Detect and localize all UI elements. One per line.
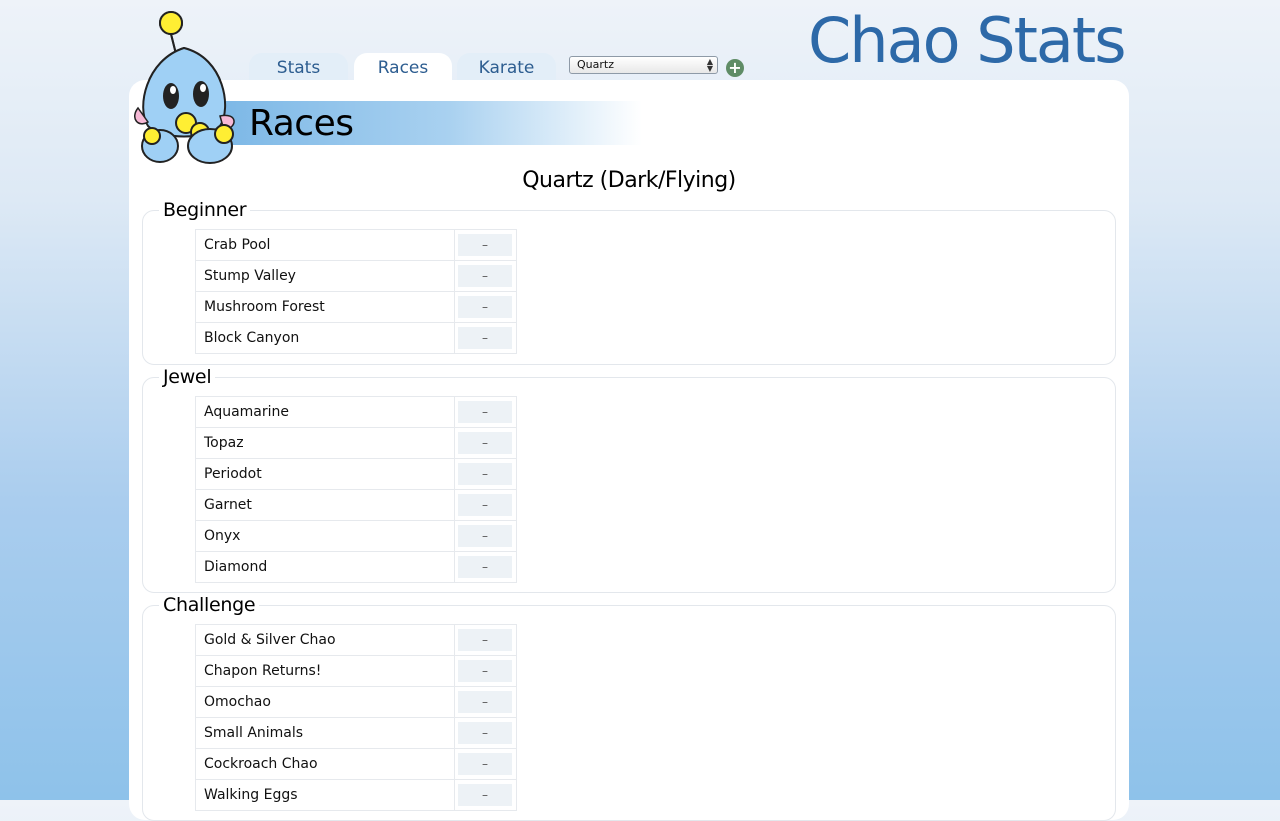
race-row: Topaz –: [196, 427, 516, 458]
race-row: Diamond –: [196, 551, 516, 582]
race-value: –: [458, 234, 512, 256]
select-arrows-icon: ▲ ▼: [706, 57, 713, 73]
race-row: Small Animals –: [196, 717, 516, 748]
chao-mascot-icon: [134, 11, 235, 164]
race-name: Omochao: [204, 694, 271, 710]
race-row: Block Canyon –: [196, 322, 516, 353]
race-value: –: [458, 753, 512, 775]
group-title: Challenge: [159, 594, 260, 616]
race-name: Small Animals: [204, 725, 304, 741]
race-name: Gold & Silver Chao: [204, 632, 336, 648]
race-value: –: [458, 327, 512, 349]
race-row: Onyx –: [196, 520, 516, 551]
page-title: Races: [249, 103, 354, 144]
chao-select[interactable]: Quartz ▲ ▼: [569, 56, 718, 74]
group-title: Beginner: [159, 199, 251, 221]
race-list: Gold & Silver Chao – Chapon Returns! – Omo…: [195, 624, 517, 811]
race-value: –: [458, 494, 512, 516]
race-name: Onyx: [204, 528, 241, 544]
race-row: Periodot –: [196, 458, 516, 489]
tab-karate[interactable]: Karate: [457, 53, 556, 81]
race-row: Crab Pool –: [196, 230, 516, 260]
tab-races[interactable]: Races: [354, 53, 452, 81]
race-name: Crab Pool: [204, 237, 271, 253]
race-row: Aquamarine –: [196, 397, 516, 427]
race-value: –: [458, 525, 512, 547]
race-value: –: [458, 265, 512, 287]
group-title: Jewel: [159, 366, 216, 388]
race-row: Omochao –: [196, 686, 516, 717]
race-name: Mushroom Forest: [204, 299, 325, 315]
race-value: –: [458, 556, 512, 578]
race-name: Diamond: [204, 559, 268, 575]
race-group-beginner: Beginner Crab Pool – Stump Valley – Mushro…: [142, 199, 1116, 365]
race-name: Cockroach Chao: [204, 756, 318, 772]
race-row: Gold & Silver Chao –: [196, 625, 516, 655]
race-value: –: [458, 296, 512, 318]
site-title: Chao Stats: [808, 4, 1127, 77]
race-row: Garnet –: [196, 489, 516, 520]
race-value: –: [458, 722, 512, 744]
race-value: –: [458, 432, 512, 454]
race-name: Stump Valley: [204, 268, 296, 284]
race-row: Cockroach Chao –: [196, 748, 516, 779]
race-value: –: [458, 463, 512, 485]
race-row: Walking Eggs –: [196, 779, 516, 810]
race-name: Walking Eggs: [204, 787, 298, 803]
race-group-jewel: Jewel Aquamarine – Topaz – Periodot – Garne…: [142, 366, 1116, 593]
race-value: –: [458, 784, 512, 806]
race-group-challenge: Challenge Gold & Silver Chao – Chapon Ret…: [142, 594, 1116, 821]
race-list: Crab Pool – Stump Valley – Mushroom Forest…: [195, 229, 517, 354]
race-row: Chapon Returns! –: [196, 655, 516, 686]
chao-select-value: Quartz: [577, 58, 614, 71]
race-value: –: [458, 660, 512, 682]
tab-stats[interactable]: Stats: [249, 53, 348, 81]
race-list: Aquamarine – Topaz – Periodot – Garnet – Ony…: [195, 396, 517, 583]
race-value: –: [458, 401, 512, 423]
race-name: Topaz: [204, 435, 244, 451]
race-name: Aquamarine: [204, 404, 290, 420]
race-value: –: [458, 691, 512, 713]
race-row: Mushroom Forest –: [196, 291, 516, 322]
race-row: Stump Valley –: [196, 260, 516, 291]
race-name: Periodot: [204, 466, 262, 482]
race-name: Chapon Returns!: [204, 663, 322, 679]
chao-name-heading: Quartz (Dark/Flying): [522, 168, 736, 193]
race-name: Garnet: [204, 497, 252, 513]
add-chao-button[interactable]: +: [726, 59, 744, 77]
race-value: –: [458, 629, 512, 651]
race-name: Block Canyon: [204, 330, 300, 346]
